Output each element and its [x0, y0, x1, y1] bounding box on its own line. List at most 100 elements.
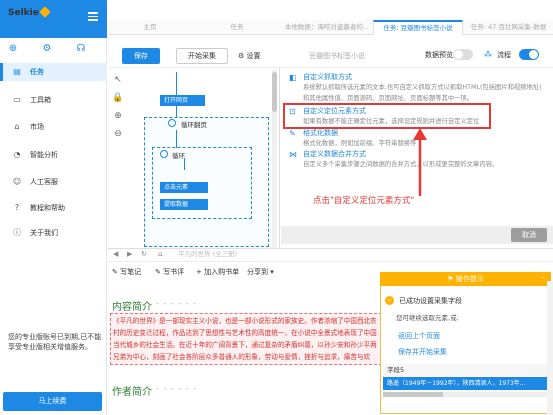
back-page-link[interactable]: 返回上个页面 [398, 331, 440, 341]
toolbox-icon: ▭ [13, 95, 21, 104]
zoom-in-icon[interactable]: ⊕ [112, 110, 124, 122]
tab-task-douban[interactable]: 任务: 豆瓣图书标签小说 [373, 20, 463, 35]
sidebar-item-about[interactable]: ⓘ 关于我们 [0, 224, 107, 242]
option-title: 自定义抓取方式 [303, 73, 352, 81]
lock-icon[interactable]: 🔒 [112, 92, 124, 104]
chart-icon: ◔ [13, 150, 21, 159]
flow-icon: ⁂ [484, 50, 492, 59]
data-preview-label: 数据预览 [425, 51, 453, 59]
option-title: 格式化数据 [303, 129, 338, 137]
support-icon: ☺ [12, 177, 22, 186]
add-icon[interactable]: ⊕ [8, 44, 18, 54]
action-label: 分享到 [247, 268, 268, 276]
intro-paragraph[interactable]: 《平凡的世界》是一部现实主义小说，也是一部小说形式的家族史。作者浓缩了中国西北农… [110, 313, 382, 365]
gear-icon[interactable]: ⚙ [42, 44, 52, 54]
info-icon: ⓘ [13, 228, 21, 237]
write-note-link[interactable]: ✎ 写笔记 [112, 267, 141, 277]
sidebar-item-support[interactable]: ☺ 人工客服 [0, 173, 107, 191]
sidebar-item-toolbox[interactable]: ▭ 工具箱 [0, 91, 107, 109]
loop-circle-icon [160, 150, 168, 158]
sidebar-item-label: 人工客服 [30, 178, 58, 186]
option-extract-desc2: 和其他属性值、页面源码、页面网址、页面标题等其中一项。 [289, 93, 549, 103]
share-link[interactable]: 分享到 ▾ [247, 267, 274, 277]
tips-title: 已成功设置采集字段 [399, 297, 462, 305]
field-cell[interactable]: 路遥（1949年－1992年），陕西清涧人，1973年... [383, 377, 547, 390]
menu-icon[interactable] [88, 12, 98, 21]
flow-toggle[interactable] [519, 49, 539, 60]
settings-button[interactable]: ⚙ 设置 [238, 49, 261, 63]
tips-scrollbar-thumb[interactable] [383, 392, 443, 397]
cursor-icon[interactable]: ↖ [112, 74, 124, 86]
option-desc: 格式化数据，例如加前缀、字符串替换等 [303, 140, 417, 147]
tips-subtitle: 您可继续选取元素,或: [396, 314, 459, 322]
market-icon: ⌂ [14, 122, 20, 131]
option-custom-extract[interactable]: ◧ 自定义抓取方式 系统默认抓取所选元素的文本,也可自定义抓取方式以抓取HTML… [289, 72, 549, 91]
subscription-notice: 您的专业版账号已到期,已不能享受专业版相关增值服务。 [8, 333, 102, 351]
sidebar-item-label: 市场 [30, 123, 44, 131]
tips-header[interactable]: ⚑ 操作提示 [380, 272, 551, 286]
data-preview-toggle[interactable] [453, 49, 473, 60]
option-desc: 自定义多个采集步骤之间数据的合并方式，以形成更完整的文章内容。 [303, 161, 499, 168]
field-column-header[interactable]: 字段5 [383, 364, 547, 376]
highlight-box [283, 103, 491, 129]
section-title-intro: 内容简介 [112, 302, 152, 313]
node-open-page[interactable]: 打开网页 [160, 95, 205, 106]
action-label: 加入购书单 [204, 268, 240, 276]
home-icon[interactable]: ⌂ [158, 250, 162, 258]
forward-icon[interactable]: ▶ [127, 250, 132, 258]
sidebar-item-help[interactable]: ? 教程和帮助 [0, 199, 107, 217]
annotation-text: 点击"自定义定位元素方式" [313, 196, 415, 206]
tab-local-data[interactable]: 本地数据：海咬对盗墓者的... [282, 20, 372, 35]
section-title-author: 作者简介 [112, 387, 152, 398]
option-desc: 系统默认抓取所选元素的文本,也可自定义抓取方式以抓取HTML(包括图片和视频地址… [303, 84, 542, 91]
add-to-list-link[interactable]: + 加入购书单 [196, 267, 239, 277]
action-label: 写书评 [163, 268, 185, 276]
node-click-element[interactable]: 点击元素 [160, 182, 208, 193]
extract-icon: ◧ [289, 73, 297, 82]
back-icon[interactable]: ◀ [113, 250, 118, 258]
tab-home[interactable]: 主页 [108, 20, 192, 35]
zoom-out-icon[interactable]: ⊖ [112, 128, 124, 140]
flow-tools: ↖ 🔒 ⊕ ⊖ [112, 74, 126, 146]
save-button[interactable]: 保存 [122, 48, 160, 64]
cancel-button[interactable]: 取消 [511, 228, 547, 242]
flag-icon: ⚑ [447, 275, 456, 283]
tips-header-label: 操作提示 [455, 275, 484, 283]
node-loop-page[interactable]: 循环翻页 [181, 119, 207, 129]
tab-task-47[interactable]: 任务: 47 百灶网采集-数据 [464, 20, 553, 35]
pencil-icon: ✎ [112, 268, 121, 276]
settings-label: 设置 [246, 52, 261, 60]
sidebar-item-market[interactable]: ⌂ 市场 [0, 118, 107, 136]
task-name-field[interactable]: 豆瓣图书标签小说 [292, 49, 382, 63]
address-bar[interactable]: 平凡的世界 (全三册) [178, 249, 338, 260]
sidebar-item-label: 关于我们 [30, 229, 58, 237]
start-collect-button[interactable]: 开始采集 [176, 48, 228, 64]
check-icon: ✓ [385, 296, 394, 305]
node-extract-data[interactable]: 提取数据 [160, 199, 208, 210]
save-start-link[interactable]: 保存并开始采集 [398, 347, 447, 357]
annotation-arrow [413, 128, 427, 196]
sidebar-item-tasks[interactable]: ▤ 任务 [0, 63, 107, 81]
headset-icon[interactable]: ☊ [76, 44, 86, 54]
chevron-down-icon: ▾ [268, 268, 274, 276]
flow-scrollbar-thumb[interactable] [272, 72, 277, 112]
flow-connector [176, 72, 177, 96]
minimize-icon[interactable]: – [541, 273, 545, 282]
flow-label: 流程 [497, 51, 511, 59]
sidebar-quick-icons: ⊕ ⚙ ☊ [0, 40, 107, 58]
flow-connector [184, 158, 185, 170]
write-review-link[interactable]: ✎ 写书评 [155, 267, 184, 277]
tab-tasks[interactable]: 任务 [193, 20, 281, 35]
option-title: 自定义数据合并方式 [303, 150, 366, 158]
sidebar-item-analysis[interactable]: ◔ 智能分析 [0, 146, 107, 164]
sidebar-item-label: 智能分析 [30, 151, 58, 159]
sidebar-item-label: 工具箱 [30, 96, 51, 104]
section-divider: - - - - - - [156, 299, 198, 308]
help-icon: ? [14, 203, 20, 212]
pencil-icon: ✎ [155, 268, 164, 276]
renew-button[interactable]: 马上续费 [3, 392, 102, 411]
page-scrollbar[interactable] [547, 281, 553, 415]
document-icon: ▤ [13, 67, 21, 76]
loop-circle-icon [168, 119, 176, 127]
refresh-icon[interactable]: ↻ [141, 250, 147, 258]
